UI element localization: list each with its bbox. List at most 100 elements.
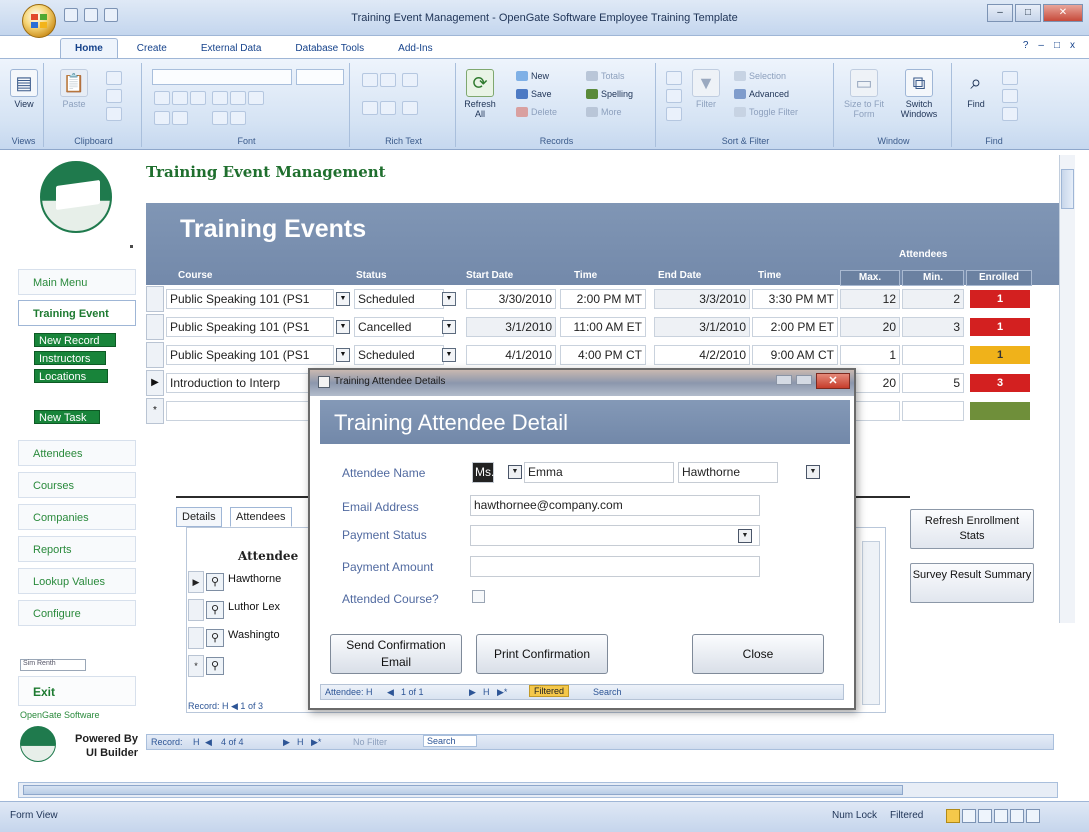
- replace-icon[interactable]: [1002, 71, 1018, 85]
- ribbon-close-button[interactable]: x: [1070, 40, 1075, 51]
- goto-icon[interactable]: [1002, 89, 1018, 103]
- clear-sort-icon[interactable]: [666, 107, 682, 121]
- align-center-icon[interactable]: [230, 91, 246, 105]
- status-dropdown-icon[interactable]: ▼: [442, 292, 456, 306]
- totals-button[interactable]: Totals: [586, 71, 625, 81]
- filter-button[interactable]: ▼ Filter: [688, 69, 724, 109]
- dialog-close-icon[interactable]: ✕: [816, 373, 850, 389]
- nav-new-record-button[interactable]: New Record: [34, 333, 116, 347]
- dialog-record-position[interactable]: 1 of 1: [401, 687, 424, 697]
- scrollbar-thumb[interactable]: [1061, 169, 1074, 209]
- payment-status-select[interactable]: [470, 525, 760, 546]
- status-dropdown-icon[interactable]: ▼: [442, 348, 456, 362]
- new-record-selector[interactable]: *: [146, 398, 164, 424]
- subform-scrollbar[interactable]: [862, 541, 880, 705]
- last-name-field[interactable]: Hawthorne: [678, 462, 778, 483]
- list-item[interactable]: ⚲ Luthor Lex: [188, 599, 308, 621]
- nav-training-events[interactable]: Training Event: [18, 300, 136, 326]
- horizontal-scrollbar-thumb[interactable]: [23, 785, 903, 795]
- advanced-button[interactable]: Advanced: [734, 89, 789, 99]
- cut-icon[interactable]: [106, 71, 122, 85]
- max-cell[interactable]: 1: [840, 345, 900, 365]
- tab-add-ins[interactable]: Add-Ins: [383, 38, 447, 58]
- end-date-cell[interactable]: 3/1/2010: [654, 317, 750, 337]
- format-painter-icon[interactable]: [106, 107, 122, 121]
- nav-new-task-button[interactable]: New Task: [34, 410, 100, 424]
- max-cell[interactable]: 20: [840, 317, 900, 337]
- dialog-prev-record-button[interactable]: ◀: [387, 687, 394, 698]
- bullets-icon[interactable]: [362, 101, 378, 115]
- min-cell[interactable]: [902, 345, 964, 365]
- tab-details[interactable]: Details: [176, 507, 222, 527]
- prev-record-button[interactable]: ◀: [205, 737, 212, 748]
- nav-configure[interactable]: Configure: [18, 600, 136, 626]
- font-name-select[interactable]: [152, 69, 292, 85]
- survey-result-summary-button[interactable]: Survey Result Summary: [910, 563, 1034, 603]
- tab-database-tools[interactable]: Database Tools: [280, 38, 379, 58]
- end-time-cell[interactable]: 2:00 PM ET: [752, 317, 838, 337]
- pivot-table-icon[interactable]: [978, 809, 992, 823]
- filtered-toggle[interactable]: Filtered: [529, 685, 570, 697]
- dialog-maximize-button[interactable]: [796, 375, 812, 385]
- tab-create[interactable]: Create: [122, 38, 182, 58]
- form-vertical-scrollbar[interactable]: [1059, 155, 1075, 623]
- numbering-icon[interactable]: [380, 101, 396, 115]
- text-direction-icon[interactable]: [402, 73, 418, 87]
- size-to-fit-button[interactable]: ▭ Size to Fit Form: [842, 69, 886, 119]
- increase-indent-icon[interactable]: [380, 73, 396, 87]
- minimize-button[interactable]: –: [987, 4, 1013, 22]
- nav-courses[interactable]: Courses: [18, 472, 136, 498]
- dialog-new-record-button[interactable]: ▶*: [497, 687, 507, 698]
- start-time-cell[interactable]: 4:00 PM CT: [560, 345, 646, 365]
- magnifier-icon[interactable]: ⚲: [206, 573, 224, 591]
- send-confirmation-email-button[interactable]: Send Confirmation Email: [330, 634, 462, 674]
- start-date-cell[interactable]: 3/30/2010: [466, 289, 556, 309]
- magnifier-icon[interactable]: ⚲: [206, 657, 224, 675]
- record-selector[interactable]: [146, 314, 164, 340]
- payment-amount-field[interactable]: [470, 556, 760, 577]
- no-filter-indicator[interactable]: No Filter: [353, 737, 387, 747]
- dialog-close-button[interactable]: Close: [692, 634, 824, 674]
- start-date-cell[interactable]: 3/1/2010: [466, 317, 556, 337]
- end-time-cell[interactable]: 3:30 PM MT: [752, 289, 838, 309]
- subform-record-nav[interactable]: Record: H ◀ 1 of 3: [188, 701, 263, 712]
- list-item[interactable]: ▶ ⚲ Hawthorne: [188, 571, 308, 593]
- nav-reports[interactable]: Reports: [18, 536, 136, 562]
- tab-external-data[interactable]: External Data: [186, 38, 277, 58]
- underline-icon[interactable]: [190, 91, 206, 105]
- spelling-button[interactable]: Spelling: [586, 89, 633, 99]
- record-selector[interactable]: [188, 599, 204, 621]
- align-right-icon[interactable]: [248, 91, 264, 105]
- course-dropdown-icon[interactable]: ▼: [336, 348, 350, 362]
- refresh-all-button[interactable]: ⟳ Refresh All: [462, 69, 498, 119]
- office-button[interactable]: [22, 4, 56, 38]
- first-record-button[interactable]: H: [193, 737, 200, 747]
- status-cell[interactable]: Scheduled: [354, 289, 444, 309]
- nav-locations-button[interactable]: Locations: [34, 369, 108, 383]
- decrease-indent-icon[interactable]: [362, 73, 378, 87]
- layout-view-icon[interactable]: [1010, 809, 1024, 823]
- ribbon-restore-button[interactable]: □: [1054, 40, 1060, 51]
- sort-descending-icon[interactable]: [666, 89, 682, 103]
- salutation-field[interactable]: Ms.: [472, 462, 494, 483]
- font-size-select[interactable]: [296, 69, 344, 85]
- print-confirmation-button[interactable]: Print Confirmation: [476, 634, 608, 674]
- nav-main-menu[interactable]: Main Menu: [18, 269, 136, 295]
- magnifier-icon[interactable]: ⚲: [206, 601, 224, 619]
- start-time-cell[interactable]: 2:00 PM MT: [560, 289, 646, 309]
- find-button[interactable]: ⌕ Find: [958, 69, 994, 110]
- gridlines-icon[interactable]: [212, 111, 228, 125]
- start-date-cell[interactable]: 4/1/2010: [466, 345, 556, 365]
- attendee-name[interactable]: Luthor Lex: [228, 601, 280, 613]
- more-button[interactable]: More: [586, 107, 622, 117]
- design-view-icon[interactable]: [1026, 809, 1040, 823]
- end-date-cell[interactable]: 3/3/2010: [654, 289, 750, 309]
- course-cell[interactable]: Public Speaking 101 (PS1: [166, 317, 334, 337]
- form-horizontal-scrollbar[interactable]: [18, 782, 1058, 798]
- attendee-name[interactable]: Washingto: [228, 629, 280, 641]
- salutation-dropdown-icon[interactable]: ▼: [508, 465, 522, 479]
- new-list-item[interactable]: * ⚲: [188, 655, 308, 677]
- dialog-last-record-button[interactable]: H: [483, 687, 490, 697]
- max-cell[interactable]: 12: [840, 289, 900, 309]
- course-dropdown-icon[interactable]: ▼: [336, 320, 350, 334]
